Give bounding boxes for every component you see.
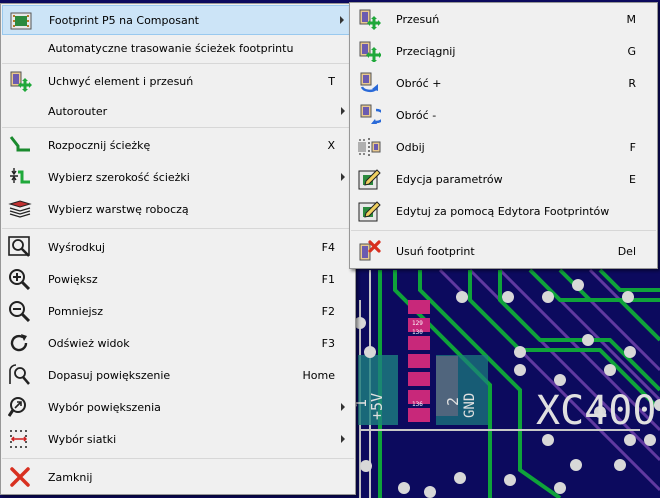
add-track-icon: [8, 134, 32, 156]
move-module-icon: [357, 8, 381, 30]
submenu-item-drag[interactable]: Przeciągnij G: [351, 36, 656, 66]
menu-item-label: Automatyczne trasowanie ścieżek footprin…: [48, 41, 294, 55]
submenu-item-rotate-minus[interactable]: Obróć -: [351, 100, 656, 130]
menu-item-label: Wybierz szerokość ścieżki: [48, 170, 190, 184]
menu-item-shortcut: Del: [617, 244, 636, 258]
menu-item-shortcut: X: [327, 138, 335, 152]
menu-item-shortcut: T: [328, 74, 335, 88]
menu-item-zoom-select[interactable]: Wybór powiększenia: [2, 392, 354, 422]
menu-item-grab-move[interactable]: Uchwyć element i przesuń T: [2, 66, 354, 96]
menu-item-shortcut: F3: [321, 336, 335, 350]
menu-item-shortcut: E: [629, 172, 636, 186]
submenu-item-move[interactable]: Przesuń M: [351, 4, 656, 34]
menu-item-label: Wybierz warstwę roboczą: [48, 202, 189, 216]
module-editor-icon: [357, 200, 381, 222]
submenu-arrow-icon: [341, 435, 345, 443]
footprint-module-icon: [9, 10, 33, 32]
menu-item-label: Autorouter: [48, 104, 108, 118]
menu-item-label: Usuń footprint: [396, 244, 475, 258]
context-menu: Footprint P5 na Composant Automatyczne t…: [0, 3, 356, 495]
submenu-arrow-icon: [341, 107, 345, 115]
silk-label-2: 2: [444, 397, 462, 406]
menu-item-label: Footprint P5 na Composant: [49, 13, 199, 27]
menu-item-label: Powiększ: [48, 272, 98, 286]
submenu-item-flip[interactable]: Odbij F: [351, 132, 656, 162]
menu-item-shortcut: F: [629, 140, 636, 154]
menu-item-label: Zamknij: [48, 470, 93, 484]
menu-item-label: Rozpocznij ścieżkę: [48, 138, 151, 152]
menu-separator: [2, 127, 354, 128]
menu-item-shortcut: M: [626, 12, 637, 26]
silk-label-129: 129: [412, 320, 423, 327]
rotate-cw-icon: [357, 104, 381, 126]
menu-item-shortcut: F4: [321, 240, 335, 254]
menu-item-label: Odbij: [396, 140, 425, 154]
submenu-arrow-icon: [341, 403, 345, 411]
footprint-submenu: Przesuń M Przeciągnij G Obróć + R Obróć …: [349, 2, 658, 269]
menu-item-label: Uchwyć element i przesuń: [48, 74, 194, 88]
menu-item-label: Wybór siatki: [48, 432, 117, 446]
grid-select-icon: [8, 428, 32, 450]
menu-item-autorouter[interactable]: Autorouter: [2, 96, 354, 126]
menu-item-label: Pomniejsz: [48, 304, 104, 318]
submenu-item-footprint-editor[interactable]: Edytuj za pomocą Edytora Footprintów: [351, 196, 656, 226]
menu-item-autoroute-footprint[interactable]: Automatyczne trasowanie ścieżek footprin…: [2, 35, 354, 61]
menu-item-shortcut: Home: [302, 368, 335, 382]
delete-module-icon: [357, 240, 381, 262]
track-width-icon: [8, 166, 32, 188]
menu-item-close[interactable]: Zamknij: [2, 462, 354, 492]
submenu-item-delete[interactable]: Usuń footprint Del: [351, 236, 656, 266]
menu-item-shortcut: R: [628, 76, 636, 90]
silk-label-130: 130: [412, 329, 423, 336]
menu-item-label: Odśwież widok: [48, 336, 130, 350]
menu-separator: [2, 228, 354, 229]
menu-item-start-track[interactable]: Rozpocznij ścieżkę X: [2, 130, 354, 160]
menu-item-center[interactable]: Wyśrodkuj F4: [2, 232, 354, 262]
zoom-select-icon: [8, 396, 32, 418]
menu-item-label: Dopasuj powiększenie: [48, 368, 171, 382]
drag-module-icon: [357, 40, 381, 62]
refresh-icon: [8, 332, 32, 354]
menu-item-working-layer[interactable]: Wybierz warstwę roboczą: [2, 194, 354, 224]
zoom-fit-icon: [8, 364, 32, 386]
submenu-arrow-icon: [340, 16, 344, 24]
menu-separator: [2, 458, 354, 459]
silk-label-plus5v: +5V: [368, 393, 386, 420]
menu-item-zoom-in[interactable]: Powiększ F1: [2, 264, 354, 294]
menu-item-label: Przesuń: [396, 12, 440, 26]
menu-item-refresh[interactable]: Odśwież widok F3: [2, 328, 354, 358]
menu-separator: [351, 230, 656, 231]
menu-item-label: Wybór powiększenia: [48, 400, 161, 414]
silk-label-gnd: GND: [462, 393, 478, 418]
submenu-item-edit-params[interactable]: Edycja parametrów E: [351, 164, 656, 194]
menu-item-zoom-out[interactable]: Pomniejsz F2: [2, 296, 354, 326]
silk-label-136: 136: [412, 401, 423, 408]
rotate-ccw-icon: [357, 72, 381, 94]
menu-item-track-width[interactable]: Wybierz szerokość ścieżki: [2, 162, 354, 192]
zoom-center-icon: [8, 236, 32, 258]
menu-item-footprint[interactable]: Footprint P5 na Composant: [2, 5, 354, 35]
menu-item-label: Edytuj za pomocą Edytora Footprintów: [396, 204, 610, 218]
zoom-in-icon: [8, 268, 32, 290]
silk-label-xc400: XC400: [536, 388, 656, 434]
close-icon: [8, 466, 32, 488]
menu-item-label: Przeciągnij: [396, 44, 456, 58]
menu-separator: [2, 63, 354, 64]
layers-icon: [8, 198, 32, 220]
menu-item-label: Obróć +: [396, 76, 442, 90]
menu-item-grid-select[interactable]: Wybór siatki: [2, 424, 354, 454]
submenu-item-rotate-plus[interactable]: Obróć + R: [351, 68, 656, 98]
menu-item-label: Obróć -: [396, 108, 437, 122]
menu-item-shortcut: G: [627, 44, 636, 58]
zoom-out-icon: [8, 300, 32, 322]
menu-item-label: Edycja parametrów: [396, 172, 503, 186]
edit-module-icon: [357, 168, 381, 190]
move-module-icon: [8, 70, 32, 92]
submenu-arrow-icon: [341, 173, 345, 181]
flip-board-icon: [357, 136, 381, 158]
menu-item-shortcut: F1: [321, 272, 335, 286]
menu-item-zoom-fit[interactable]: Dopasuj powiększenie Home: [2, 360, 354, 390]
menu-item-shortcut: F2: [321, 304, 335, 318]
menu-item-label: Wyśrodkuj: [48, 240, 105, 254]
